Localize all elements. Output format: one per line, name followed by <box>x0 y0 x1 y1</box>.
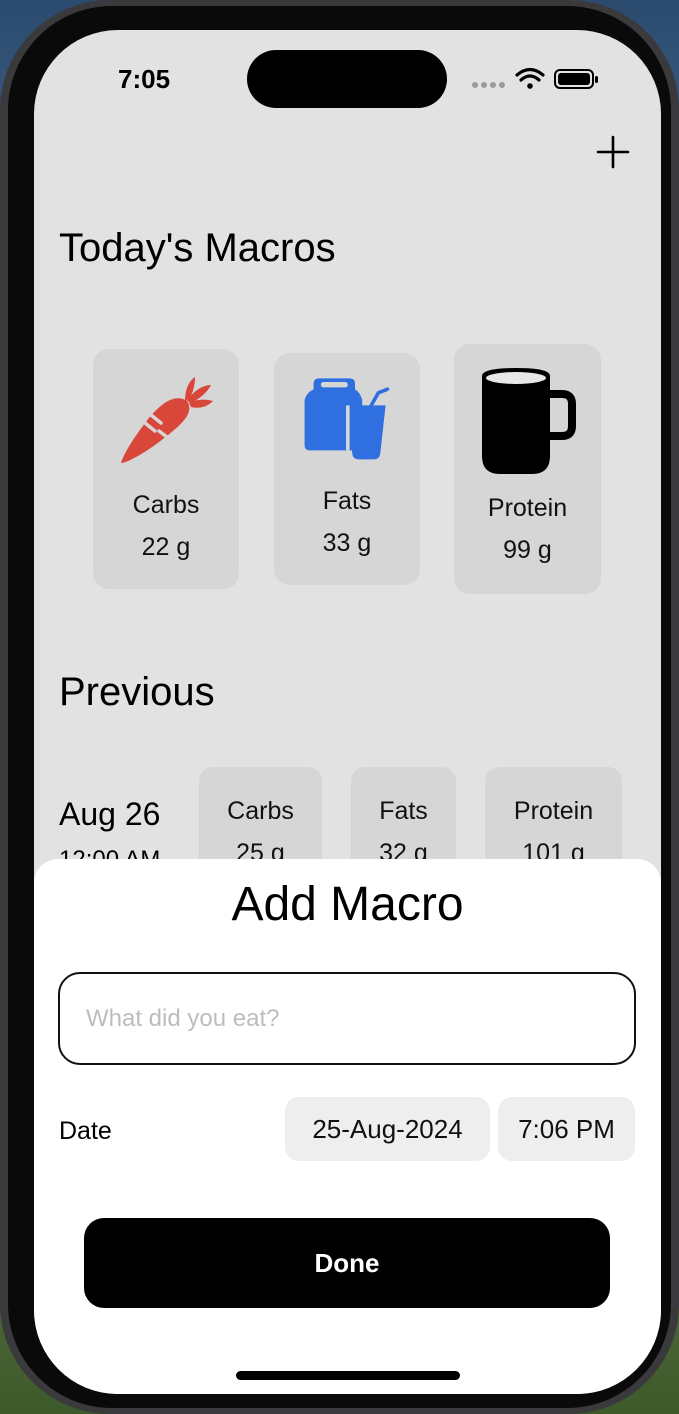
macro-value: 33 g <box>322 529 372 557</box>
carrot-icon <box>121 377 213 463</box>
sheet-title: Add Macro <box>231 878 464 931</box>
macro-value: 99 g <box>503 536 552 564</box>
app-screen: 7:05 Today's Macros Carbs 22 g Fats 33 g… <box>34 30 661 1394</box>
previous-label: Carbs <box>227 797 294 825</box>
page-title: Today's Macros <box>59 226 336 270</box>
macro-card-protein[interactable]: Protein 99 g <box>454 344 601 594</box>
macro-card-carbs[interactable]: Carbs 22 g <box>93 349 239 589</box>
battery-icon <box>554 69 598 89</box>
status-time: 7:05 <box>118 64 171 94</box>
status-icons <box>472 67 598 89</box>
section-title-previous: Previous <box>59 670 215 714</box>
dynamic-island <box>247 50 447 108</box>
date-picker[interactable]: 25-Aug-2024 <box>285 1097 490 1161</box>
macro-label: Carbs <box>132 491 200 519</box>
macro-label: Protein <box>487 494 568 522</box>
previous-entry-date: Aug 26 <box>59 796 161 832</box>
add-icon[interactable] <box>593 132 633 172</box>
cellular-signal-icon <box>472 82 505 88</box>
phone-frame: 7:05 Today's Macros Carbs 22 g Fats 33 g… <box>0 0 679 1414</box>
macro-card-fats[interactable]: Fats 33 g <box>274 353 420 585</box>
food-input[interactable] <box>58 972 636 1065</box>
home-indicator[interactable] <box>236 1371 460 1380</box>
time-picker[interactable]: 7:06 PM <box>498 1097 635 1161</box>
wifi-icon <box>515 67 545 89</box>
date-label: Date <box>59 1117 112 1145</box>
milk-carton-icon <box>304 378 390 460</box>
done-button[interactable]: Done <box>84 1218 610 1308</box>
phone-bezel: 7:05 Today's Macros Carbs 22 g Fats 33 g… <box>8 6 671 1408</box>
previous-label: Protein <box>513 797 594 825</box>
macro-value: 22 g <box>141 533 191 561</box>
mug-icon <box>482 368 576 474</box>
previous-label: Fats <box>379 797 428 825</box>
add-macro-sheet: Add Macro Date 25-Aug-2024 7:06 PM Done <box>34 859 661 1394</box>
macro-label: Fats <box>322 487 372 515</box>
